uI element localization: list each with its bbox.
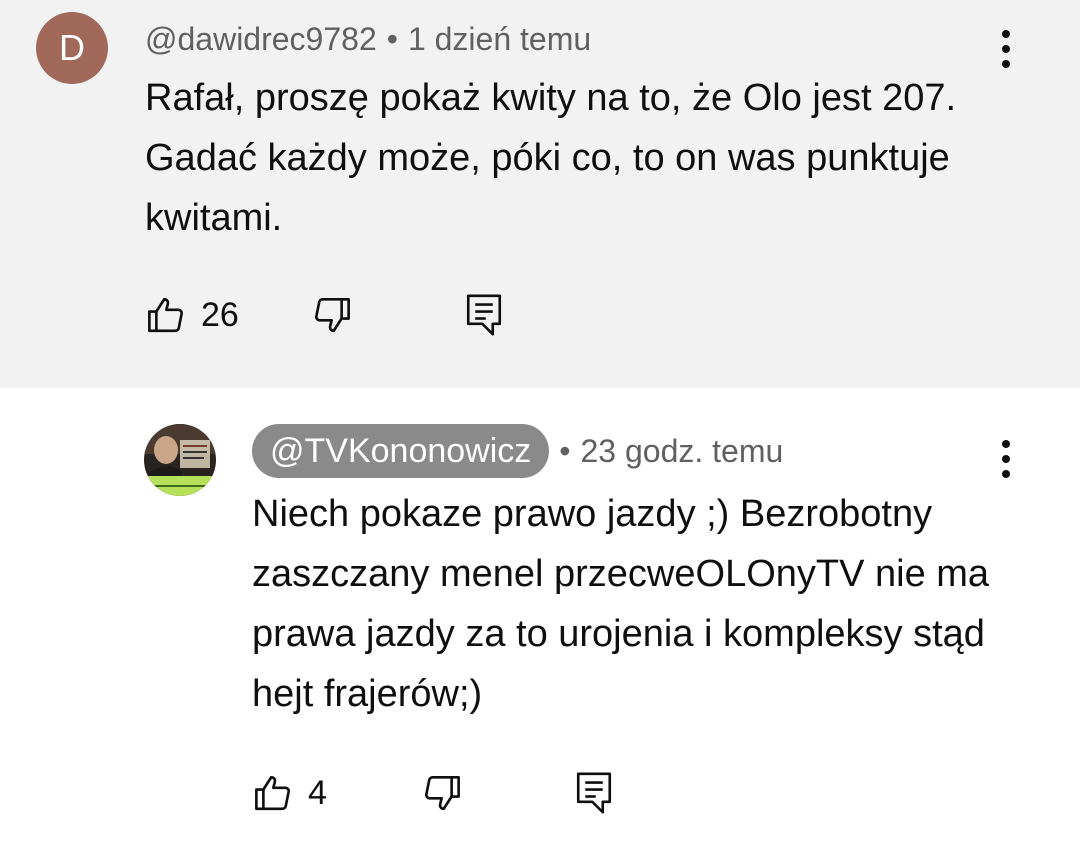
avatar-letter: D [59,27,85,68]
comment-time: 23 godz. temu [580,432,784,469]
avatar[interactable]: D [36,12,108,84]
meta-separator: • [386,20,398,57]
thumb-down-icon [424,775,460,811]
like-count: 4 [308,773,327,812]
reply-button[interactable] [573,770,615,816]
author-handle[interactable]: @TVKononowicz [252,424,550,478]
more-vert-icon[interactable] [1002,30,1014,68]
comment-text: Niech pokaze prawo jazdy ;) Bezrobotny z… [252,493,990,715]
reply-button[interactable] [463,292,505,338]
reply-comment-icon [576,772,611,814]
comment-1: D @dawidrec9782 • 1 dzień temu Rafał, pr… [0,0,1080,388]
like-button[interactable]: 4 [252,772,327,814]
dislike-button[interactable] [311,294,353,336]
comment-meta: @TVKononowicz • 23 godz. temu [252,424,783,478]
like-button[interactable]: 26 [145,294,239,336]
thumb-down-icon [314,297,350,333]
comment-actions: 26 [145,292,505,338]
reply-comment-icon [466,294,501,336]
comment-time: 1 dzień temu [407,20,592,57]
thumb-up-icon [255,775,290,811]
comment-2: @TVKononowicz • 23 godz. temu Niech poka… [0,388,1080,848]
author-handle[interactable]: @dawidrec9782 [145,21,377,58]
dislike-button[interactable] [421,772,463,814]
comment-meta: @dawidrec9782 • 1 dzień temu [145,18,591,60]
thumb-up-icon [148,297,183,333]
channel-avatar[interactable] [144,424,216,496]
more-vert-icon[interactable] [1002,440,1014,478]
meta-separator: • [559,432,571,469]
like-count: 26 [201,295,239,334]
comment-actions: 4 [252,770,615,816]
comment-text: Rafał, proszę pokaż kwity na to, że Olo … [145,77,957,239]
